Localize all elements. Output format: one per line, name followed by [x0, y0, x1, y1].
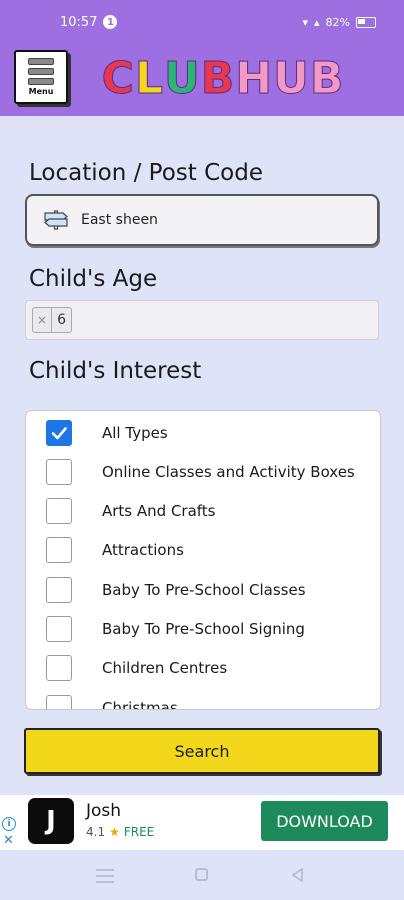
interest-checkbox[interactable]: [46, 458, 72, 485]
logo-letter: H: [235, 52, 274, 104]
interest-item[interactable]: Christmas: [26, 688, 380, 710]
location-label: Location / Post Code: [29, 160, 263, 186]
chip-remove-icon[interactable]: ×: [33, 308, 53, 332]
notification-badge: 1: [103, 15, 118, 29]
interest-item[interactable]: Attractions: [26, 531, 380, 570]
interest-item-label: Children Centres: [102, 659, 228, 678]
status-bar: 10:57 1 ▾ ▴ 82%: [0, 0, 404, 44]
ad-meta: 4.1 ★ FREE: [86, 825, 154, 839]
interest-item-label: Online Classes and Activity Boxes: [102, 462, 355, 481]
signal-icon: ▴: [314, 15, 320, 29]
ad-close-icon[interactable]: ✕: [3, 833, 14, 848]
interest-checkbox[interactable]: [46, 498, 72, 525]
interest-item-label: All Types: [102, 423, 168, 442]
interest-label: Child's Interest: [29, 358, 202, 384]
interest-item-label: Baby To Pre-School Classes: [102, 580, 306, 599]
ad-banner[interactable]: i ✕ J Josh 4.1 ★ FREE DOWNLOAD: [0, 795, 404, 850]
interest-item[interactable]: All Types: [26, 413, 380, 452]
logo-letter: C: [101, 52, 135, 104]
back-icon[interactable]: [290, 867, 304, 883]
menu-icon: [28, 58, 54, 85]
home-icon[interactable]: [195, 868, 208, 881]
interest-item-label: Arts And Crafts: [102, 502, 216, 521]
search-button[interactable]: Search: [24, 728, 380, 774]
menu-label: Menu: [28, 87, 54, 96]
age-chip-value: 6: [57, 312, 66, 328]
interest-item[interactable]: Online Classes and Activity Boxes: [26, 452, 380, 491]
wifi-icon: ▾: [302, 15, 309, 29]
logo-letter: L: [134, 52, 164, 104]
location-value: East sheen: [81, 212, 158, 228]
interest-item-label: Christmas: [102, 698, 178, 710]
interest-checkbox[interactable]: [46, 419, 72, 446]
interest-checkbox[interactable]: [46, 576, 72, 603]
app-header: Menu CLUB HUB: [0, 44, 404, 116]
club-hub-logo: CLUB HUB: [101, 50, 344, 106]
interest-list[interactable]: All Types Online Classes and Activity Box…: [25, 410, 381, 710]
logo-letter: B: [309, 52, 345, 104]
ad-rating: 4.1: [86, 825, 106, 839]
interest-item-label: Attractions: [102, 541, 184, 560]
star-icon: ★: [109, 825, 120, 839]
age-chip: × 6: [32, 307, 72, 333]
logo-letter: U: [163, 52, 201, 104]
interest-item-label: Baby To Pre-School Signing: [102, 620, 305, 638]
ad-price: FREE: [123, 825, 155, 839]
age-label: Child's Age: [29, 266, 158, 292]
logo-letter: B: [200, 52, 236, 104]
check-icon: [51, 426, 67, 439]
status-time: 10:57: [60, 14, 98, 30]
recent-apps-icon[interactable]: [96, 869, 114, 883]
location-input[interactable]: East sheen: [25, 194, 379, 246]
system-nav-bar: [0, 850, 404, 900]
download-button[interactable]: DOWNLOAD: [261, 801, 388, 841]
battery-percent: 82%: [325, 15, 350, 29]
logo-letter: U: [273, 52, 310, 104]
signpost-icon: [44, 210, 68, 230]
interest-checkbox[interactable]: [46, 537, 72, 564]
interest-item[interactable]: Children Centres: [26, 649, 380, 688]
interest-item[interactable]: Baby To Pre-School Signing: [26, 610, 380, 649]
age-select[interactable]: × 6: [25, 300, 379, 340]
interest-checkbox[interactable]: [46, 616, 72, 642]
interest-checkbox[interactable]: [46, 694, 72, 709]
battery-icon: [356, 16, 376, 28]
ad-info-icon[interactable]: i: [2, 817, 16, 831]
ad-app-logo: J: [28, 798, 74, 844]
interest-item[interactable]: Baby To Pre-School Classes: [26, 570, 380, 609]
ad-app-name: Josh: [86, 801, 122, 821]
interest-checkbox[interactable]: [46, 655, 72, 682]
interest-item[interactable]: Arts And Crafts: [26, 492, 380, 531]
menu-button[interactable]: Menu: [14, 50, 68, 104]
